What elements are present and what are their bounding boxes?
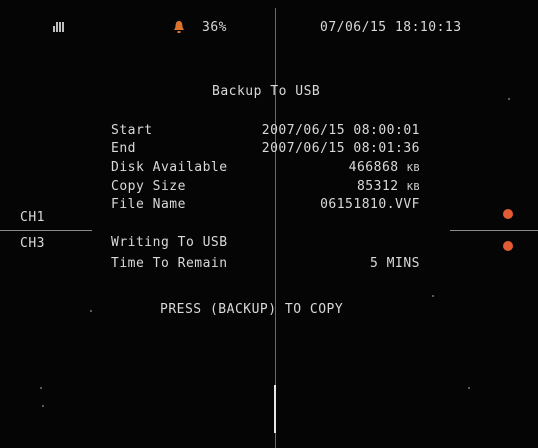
noise-speck xyxy=(40,387,42,389)
backup-prompt: PRESS (BACKUP) TO COPY xyxy=(160,302,344,317)
vertical-split-line xyxy=(275,8,276,448)
copy-size-label: Copy Size xyxy=(111,179,186,194)
disk-available-unit: KB xyxy=(406,163,420,174)
noise-speck xyxy=(432,295,434,297)
noise-speck xyxy=(42,405,44,407)
horizontal-split-line-right xyxy=(450,230,538,231)
copy-size-unit: KB xyxy=(406,182,420,193)
channel-1-label: CH1 xyxy=(20,210,45,225)
disk-available-label: Disk Available xyxy=(111,160,228,175)
copy-size-number: 85312 xyxy=(356,179,399,194)
noise-speck xyxy=(468,387,470,389)
datetime-display: 07/06/15 18:10:13 xyxy=(320,20,462,35)
horizontal-split-line-left xyxy=(0,230,92,231)
alarm-icon xyxy=(174,21,184,33)
file-name-label: File Name xyxy=(111,197,186,212)
channel-3-label: CH3 xyxy=(20,236,45,251)
disk-usage-percent: 36% xyxy=(202,20,227,35)
dialog-title: Backup To USB xyxy=(212,84,321,99)
start-label: Start xyxy=(111,123,153,138)
end-label: End xyxy=(111,141,136,156)
writing-to-usb-label: Writing To USB xyxy=(111,235,228,250)
dvr-screen: 36% 07/06/15 18:10:13 Backup To USB Star… xyxy=(0,0,538,448)
file-name-value: 06151810.VVF xyxy=(320,197,420,212)
disk-available-number: 466868 xyxy=(348,160,399,175)
start-value: 2007/06/15 08:00:01 xyxy=(261,123,420,138)
channel-4-record-indicator xyxy=(503,241,513,251)
time-to-remain-label: Time To Remain xyxy=(111,256,228,271)
disk-available-value: 466868 KB xyxy=(349,160,420,175)
vertical-split-line-segment xyxy=(274,385,276,433)
end-value: 2007/06/15 08:01:36 xyxy=(261,141,420,156)
time-to-remain-value: 5 MINS xyxy=(370,256,420,271)
noise-speck xyxy=(508,98,510,100)
noise-speck xyxy=(90,310,92,312)
hdd-icon xyxy=(53,22,65,32)
channel-2-record-indicator xyxy=(503,209,513,219)
copy-size-value: 85312 KB xyxy=(357,179,420,194)
